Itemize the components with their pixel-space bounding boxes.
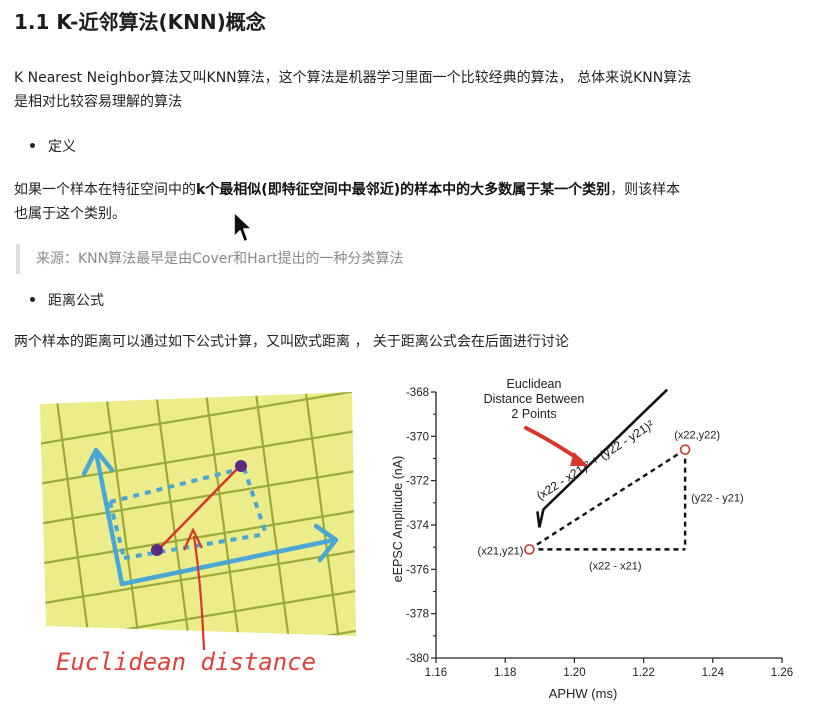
bullet-distance-label: 距离公式 bbox=[48, 293, 104, 309]
bullet-dot bbox=[30, 296, 35, 302]
x-tick-label: 1.16 bbox=[425, 667, 447, 679]
euclidean-illustration: Euclidean distance bbox=[40, 392, 356, 676]
y-tick-label: -380 bbox=[406, 653, 429, 665]
title-arrow bbox=[524, 426, 582, 462]
data-point-2 bbox=[679, 444, 691, 455]
chart-title-line-3: 2 Points bbox=[511, 407, 556, 421]
x-axis-label: APHW (ms) bbox=[549, 686, 618, 701]
definition-paragraph: 如果一个样本在特征空间中的k个最相似(即特征空间中最邻近)的样本中的大多数属于某… bbox=[14, 178, 814, 226]
x-tick-label: 1.22 bbox=[632, 667, 654, 679]
dx-label: (x22 - x21) bbox=[589, 560, 642, 572]
definition-bold: k个最相似(即特征空间中最邻近)的样本中的大多数属于某一个类别 bbox=[196, 182, 611, 198]
y-tick-label: -368 bbox=[406, 387, 429, 399]
point-label-1: (x21,y21) bbox=[478, 545, 524, 557]
y-tick-label: -374 bbox=[406, 520, 430, 532]
definition-prefix: 如果一个样本在特征空间中的 bbox=[14, 182, 196, 198]
intro-line-2: 是相对比较容易理解的算法 bbox=[14, 94, 182, 110]
bullet-definition-label: 定义 bbox=[48, 139, 76, 155]
point-a bbox=[151, 544, 163, 556]
mouse-cursor-icon bbox=[233, 211, 253, 243]
definition-suffix: ，则该样本 bbox=[610, 182, 681, 198]
source-quote: 来源：KNN算法最早是由Cover和Hart提出的一种分类算法 bbox=[16, 244, 403, 274]
y-tick-label: -378 bbox=[406, 609, 429, 621]
caption-euclidean-distance: Euclidean distance bbox=[56, 648, 316, 676]
chart-title-line-1: Euclidean bbox=[507, 377, 562, 391]
x-tick-label: 1.24 bbox=[702, 667, 725, 679]
y-axis-label: eEPSC Amplitude (nA) bbox=[391, 456, 405, 582]
x-tick-label: 1.26 bbox=[771, 667, 793, 679]
x-tick-label: 1.20 bbox=[563, 667, 585, 679]
y-tick-label: -370 bbox=[406, 431, 429, 443]
page-title: 1.1 K-近邻算法(KNN)概念 bbox=[14, 10, 266, 34]
y-tick-label: -372 bbox=[406, 476, 429, 488]
y-tick-label: -376 bbox=[406, 564, 429, 576]
point-b bbox=[235, 460, 247, 472]
article-page: 1.1 K-近邻算法(KNN)概念 K Nearest Neighbor算法又叫… bbox=[0, 0, 826, 712]
data-point-1 bbox=[524, 544, 535, 555]
formula-text: (x22 - x21)² + (y22 - y21)² bbox=[534, 418, 656, 503]
bullet-distance: 距离公式 bbox=[30, 290, 104, 310]
dy-label: (y22 - y21) bbox=[691, 493, 744, 505]
x-tick-label: 1.18 bbox=[494, 667, 516, 679]
definition-line-2: 也属于这个类别。 bbox=[14, 206, 126, 222]
euclidean-chart: 1.16 1.18 1.20 1.22 1.24 1.26 -368 -370 -372 -374… bbox=[391, 377, 793, 701]
point-label-2: (x22,y22) bbox=[674, 430, 720, 442]
intro-paragraph: K Nearest Neighbor算法又叫KNN算法，这个算法是机器学习里面一… bbox=[14, 66, 814, 114]
chart-title-line-2: Distance Between bbox=[484, 392, 585, 406]
bullet-definition: 定义 bbox=[30, 136, 76, 156]
definition-line-1: 如果一个样本在特征空间中的k个最相似(即特征空间中最邻近)的样本中的大多数属于某… bbox=[14, 178, 814, 202]
distance-paragraph: 两个样本的距离可以通过如下公式计算，又叫欧式距离 ， 关于距离公式会在后面进行讨… bbox=[14, 334, 569, 350]
bullet-dot bbox=[30, 142, 35, 148]
intro-line-1: K Nearest Neighbor算法又叫KNN算法，这个算法是机器学习里面一… bbox=[14, 70, 692, 86]
